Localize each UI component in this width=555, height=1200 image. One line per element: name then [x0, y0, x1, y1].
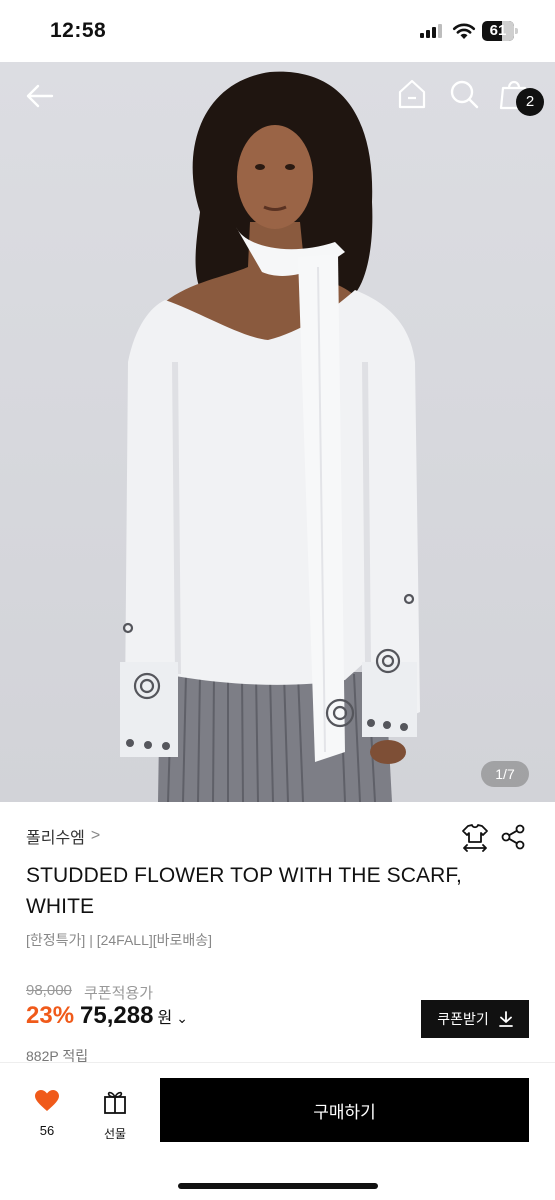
- price-row: 23% 75,288 원 ⌄: [26, 1002, 188, 1030]
- like-count: 56: [39, 1123, 55, 1138]
- coupon-price-note: 쿠폰적용가: [84, 985, 154, 1002]
- search-icon[interactable]: [446, 76, 482, 112]
- heart-icon: [35, 1090, 59, 1111]
- image-pager: 1/7: [481, 761, 529, 787]
- download-icon: [498, 1011, 513, 1027]
- gift-label: 선물: [103, 1127, 127, 1141]
- brand-name: 폴리수엠: [26, 830, 85, 847]
- bottom-action-bar: 56 선물 구매하기: [0, 1062, 555, 1200]
- product-tags: [한정특가] | [24FALL][바로배송]: [26, 932, 213, 948]
- back-arrow-icon[interactable]: [22, 78, 58, 114]
- cart-count-badge: 2: [516, 88, 544, 116]
- home-indicator: [178, 1183, 378, 1189]
- wifi-icon: [452, 23, 476, 39]
- battery-level: 61: [489, 22, 507, 39]
- final-price: 75,288: [80, 1002, 154, 1029]
- product-title: STUDDED FLOWER TOP WITH THE SCARF, WHITE: [26, 864, 462, 918]
- size-guide-icon[interactable]: [460, 822, 490, 852]
- status-time: 12:58: [50, 19, 107, 42]
- battery-icon: 61: [482, 21, 518, 41]
- cellular-signal-icon: [420, 24, 444, 38]
- get-coupon-label: 쿠폰받기: [437, 1012, 489, 1028]
- like-button[interactable]: 56: [26, 1089, 68, 1138]
- buy-button[interactable]: 구매하기: [160, 1078, 529, 1142]
- product-photo: [120, 71, 420, 802]
- original-price: 98,000: [26, 982, 72, 999]
- status-bar: 12:58 61: [0, 0, 555, 62]
- product-image-carousel[interactable]: [0, 62, 555, 802]
- get-coupon-button[interactable]: 쿠폰받기: [421, 1000, 529, 1038]
- gift-button[interactable]: 선물: [94, 1089, 136, 1142]
- brand-link[interactable]: 폴리수엠 >: [26, 824, 100, 848]
- discount-rate: 23%: [26, 1002, 75, 1029]
- share-icon[interactable]: [500, 824, 526, 850]
- currency-unit: 원: [157, 1010, 173, 1027]
- chevron-right-icon: >: [90, 827, 101, 844]
- gift-icon: [104, 1091, 126, 1114]
- home-icon[interactable]: [394, 76, 430, 112]
- chevron-down-icon[interactable]: ⌄: [176, 1010, 188, 1027]
